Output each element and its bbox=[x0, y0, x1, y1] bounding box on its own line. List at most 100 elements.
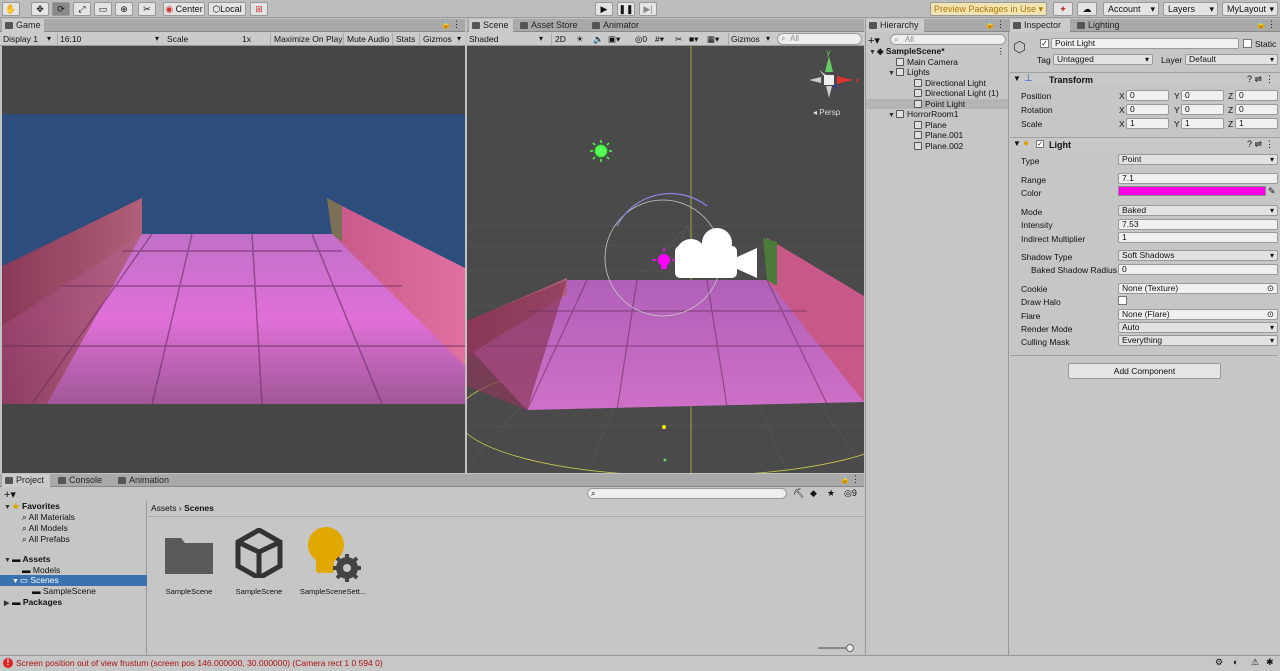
game-viewport[interactable] bbox=[2, 46, 465, 473]
hidden-packages-icon[interactable]: ◎9 bbox=[844, 488, 857, 499]
persp-label[interactable]: ◂ Persp bbox=[813, 108, 840, 117]
tab-animator[interactable]: Animator bbox=[589, 19, 643, 32]
scale-y-field[interactable]: 1 bbox=[1181, 118, 1224, 129]
status-bar[interactable]: ! Screen position out of view frustum (s… bbox=[0, 655, 1280, 671]
hierarchy-item-plane-001[interactable]: Plane.001 bbox=[914, 130, 963, 141]
pause-button[interactable]: ❚❚ bbox=[617, 2, 635, 16]
favorite-all-materials[interactable]: ⌕ All Materials bbox=[22, 512, 75, 523]
preset-icon[interactable]: ⇌ bbox=[1254, 139, 1262, 150]
hierarchy-item-point-light[interactable]: Point Light bbox=[866, 98, 1009, 109]
point-light-gizmo[interactable] bbox=[652, 248, 676, 269]
scene-viewport[interactable]: y x ◂ Persp bbox=[467, 46, 864, 473]
scene-gizmos-dropdown[interactable]: Gizmos bbox=[728, 33, 772, 45]
color-swatch[interactable] bbox=[1118, 186, 1266, 196]
range-field[interactable]: 7.1 bbox=[1118, 173, 1278, 184]
intensity-field[interactable]: 7.53 bbox=[1118, 219, 1278, 230]
play-button[interactable]: ▶ bbox=[595, 2, 613, 16]
hierarchy-item-main-camera[interactable]: Main Camera bbox=[896, 57, 958, 68]
scene-search-input[interactable]: ⌕ All bbox=[777, 33, 862, 45]
object-name-field[interactable]: Point Light bbox=[1051, 38, 1239, 49]
layout-dropdown[interactable]: MyLayout ▾ bbox=[1222, 2, 1278, 16]
indirect-multiplier-field[interactable]: 1 bbox=[1118, 232, 1278, 243]
account-dropdown[interactable]: Account ▾ bbox=[1103, 2, 1159, 16]
packages-folder[interactable]: ▶ ▬ Packages bbox=[4, 597, 62, 608]
camera-dropdown-icon[interactable]: ■▾ bbox=[689, 33, 698, 45]
auto-generate-icon[interactable]: ⚙ bbox=[1215, 657, 1223, 668]
grid-snap-button[interactable]: ⊞ bbox=[250, 2, 268, 16]
flare-field[interactable]: None (Flare) ⊙ bbox=[1118, 309, 1278, 320]
layer-dropdown[interactable]: Default bbox=[1185, 54, 1278, 65]
hierarchy-item-lights[interactable]: ▼ Lights bbox=[888, 67, 930, 78]
mode-dropdown[interactable]: Baked bbox=[1118, 205, 1278, 216]
asset-scene-samplescene[interactable] bbox=[234, 527, 284, 581]
mode-2d-toggle[interactable]: 2D bbox=[551, 33, 569, 45]
settings-icon[interactable]: ✱ bbox=[1266, 657, 1274, 668]
collab-button[interactable]: ✦ bbox=[1053, 2, 1073, 16]
culling-mask-dropdown[interactable]: Everything bbox=[1118, 335, 1278, 346]
grid-toggle-icon[interactable]: #▾ bbox=[655, 33, 664, 45]
project-search-input[interactable]: ⌕ bbox=[587, 488, 787, 499]
component-menu-icon[interactable]: ⋮ bbox=[1265, 74, 1274, 85]
tag-dropdown[interactable]: Untagged bbox=[1053, 54, 1153, 65]
mute-audio-toggle[interactable]: Mute Audio bbox=[343, 33, 390, 45]
pivot-local-button[interactable]: ⬡Local bbox=[208, 2, 246, 16]
progress-icon[interactable]: ◐ bbox=[1233, 657, 1238, 667]
hierarchy-item-directional-light[interactable]: Directional Light bbox=[914, 78, 986, 89]
orientation-gizmo[interactable]: y x bbox=[809, 48, 860, 98]
tools-icon[interactable]: ✂ bbox=[675, 33, 682, 45]
hand-tool-button[interactable]: ✋ bbox=[2, 2, 20, 16]
directional-light-gizmo[interactable] bbox=[590, 140, 612, 162]
transform-header[interactable]: ▼ ⊥ Transform ? ⇌ ⋮ bbox=[1010, 72, 1280, 85]
display-dropdown[interactable]: Display 1 bbox=[3, 33, 53, 45]
breadcrumb-scenes[interactable]: Scenes bbox=[184, 503, 214, 513]
pivot-center-button[interactable]: ◉ Center bbox=[163, 2, 205, 16]
collab-status-icon[interactable]: ⚠ bbox=[1251, 657, 1259, 668]
scale-z-field[interactable]: 1 bbox=[1235, 118, 1278, 129]
light-header[interactable]: ▼ ● ✓ Light ? ⇌ ⋮ bbox=[1010, 137, 1280, 150]
shading-dropdown[interactable]: Shaded bbox=[469, 33, 545, 45]
step-button[interactable]: ▶| bbox=[639, 2, 657, 16]
display-layers-icon[interactable]: ▦▾ bbox=[707, 33, 719, 45]
shadow-type-dropdown[interactable]: Soft Shadows bbox=[1118, 250, 1278, 261]
scenes-folder[interactable]: ▼▭ Scenes bbox=[0, 575, 147, 586]
tab-console[interactable]: Console bbox=[55, 474, 107, 487]
tab-scene[interactable]: Scene bbox=[469, 19, 513, 32]
add-component-button[interactable]: Add Component bbox=[1068, 363, 1221, 379]
object-picker-icon[interactable]: ⊙ bbox=[1267, 284, 1274, 293]
project-lock-icon[interactable]: 🔒 bbox=[840, 475, 850, 484]
asset-folder-samplescene[interactable] bbox=[163, 530, 215, 578]
inspector-menu-icon[interactable]: ⋮ bbox=[1267, 19, 1276, 30]
maximize-on-play-toggle[interactable]: Maximize On Play bbox=[270, 33, 343, 45]
favorites-item[interactable]: ▼★ Favorites bbox=[4, 501, 60, 512]
hierarchy-item-plane[interactable]: Plane bbox=[914, 120, 947, 131]
asset-lighting-settings[interactable] bbox=[304, 525, 364, 583]
inspector-lock-icon[interactable]: 🔒 bbox=[1256, 20, 1266, 29]
help-icon[interactable]: ? bbox=[1247, 74, 1252, 84]
preset-icon[interactable]: ⇌ bbox=[1254, 74, 1262, 85]
rotation-y-field[interactable]: 0 bbox=[1181, 104, 1224, 115]
scene-menu-icon[interactable]: ⋮ bbox=[997, 46, 1006, 57]
project-menu-icon[interactable]: ⋮ bbox=[851, 474, 860, 485]
tab-hierarchy[interactable]: Hierarchy bbox=[866, 19, 924, 32]
samplescene-folder[interactable]: ▬ SampleScene bbox=[32, 586, 96, 597]
icon-size-slider-thumb[interactable] bbox=[846, 644, 854, 652]
search-by-type-icon[interactable]: ⛏ bbox=[793, 488, 804, 499]
transform-tool-button[interactable]: ⊕ bbox=[115, 2, 133, 16]
hierarchy-item-horrorroom1[interactable]: ▼ HorrorRoom1 bbox=[888, 109, 959, 120]
lock-icon[interactable]: 🔒 bbox=[441, 20, 451, 29]
layers-dropdown[interactable]: Layers ▾ bbox=[1163, 2, 1218, 16]
favorite-all-models[interactable]: ⌕ All Models bbox=[22, 523, 68, 534]
audio-toggle-icon[interactable]: 🔈 bbox=[593, 33, 604, 45]
hierarchy-item-samplescene[interactable]: ▼◈ SampleScene* bbox=[869, 46, 945, 57]
rect-tool-button[interactable]: ▭ bbox=[94, 2, 112, 16]
position-x-field[interactable]: 0 bbox=[1126, 90, 1169, 101]
hierarchy-item-directional-light-1[interactable]: Directional Light (1) bbox=[914, 88, 999, 99]
favorite-star-icon[interactable]: ★ bbox=[827, 488, 835, 499]
visibility-icon[interactable]: ◎0 bbox=[635, 33, 647, 45]
rotation-z-field[interactable]: 0 bbox=[1235, 104, 1278, 115]
tab-asset-store[interactable]: Asset Store bbox=[517, 19, 583, 32]
scale-x-field[interactable]: 1 bbox=[1126, 118, 1169, 129]
object-picker-icon[interactable]: ⊙ bbox=[1267, 310, 1274, 319]
cloud-button[interactable]: ☁ bbox=[1077, 2, 1097, 16]
light-enabled-checkbox[interactable]: ✓ bbox=[1036, 140, 1044, 148]
